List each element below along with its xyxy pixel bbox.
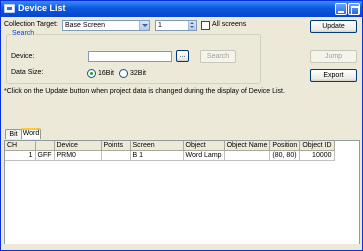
update-notice-text: *Click on the Update button when project… [4, 88, 285, 95]
update-button[interactable]: Update [310, 20, 357, 33]
screen-number-spinner[interactable]: 1 [155, 20, 197, 31]
jump-button[interactable]: Jump [310, 50, 357, 63]
device-input[interactable] [88, 51, 172, 62]
tab-bit[interactable]: Bit [5, 129, 22, 139]
col-object[interactable]: Object [183, 141, 225, 151]
search-button[interactable]: Search [200, 50, 236, 63]
cell-object-name [224, 150, 271, 161]
collection-target-select[interactable]: Base Screen [62, 20, 150, 31]
device-list-table[interactable]: CH Device Points Screen Object Object Na… [4, 140, 360, 248]
col-screen[interactable]: Screen [130, 141, 184, 151]
window-title: Device List [18, 3, 66, 13]
table-header-row: CH Device Points Screen Object Object Na… [5, 141, 335, 151]
col-device[interactable]: Device [54, 141, 102, 151]
cell-points [101, 150, 131, 161]
minimize-button[interactable] [335, 3, 347, 15]
collection-target-value: Base Screen [65, 22, 106, 29]
device-list-window: Device List Collection Target: Base Scre… [0, 0, 363, 251]
data-size-16bit-label: 16Bit [98, 70, 114, 77]
device-table: CH Device Points Screen Object Object Na… [5, 141, 335, 161]
table-row[interactable]: 1 GFF PRM0 B 1 Word Lamp (80, 80) 10000 [5, 150, 335, 161]
col-ch[interactable]: CH [5, 141, 36, 151]
data-size-32bit-label: 32Bit [130, 70, 146, 77]
cell-object: Word Lamp [183, 150, 225, 161]
col-position[interactable]: Position [269, 141, 301, 151]
chevron-down-icon[interactable] [139, 21, 149, 30]
search-group-title: Search [11, 30, 36, 37]
device-label: Device: [11, 53, 35, 60]
all-screens-checkbox[interactable] [201, 21, 210, 30]
browse-device-button[interactable]: ... [176, 50, 189, 62]
cell-ch: 1 [5, 150, 36, 161]
cell-flag: GFF [35, 150, 55, 161]
app-icon [4, 4, 15, 13]
cell-object-id: 10000 [299, 150, 335, 161]
cell-screen: B 1 [130, 150, 184, 161]
tab-word[interactable]: Word [21, 128, 41, 139]
screen-number-value: 1 [158, 22, 162, 29]
cell-device: PRM0 [54, 150, 102, 161]
data-size-32bit-radio[interactable] [119, 69, 128, 78]
col-object-id[interactable]: Object ID [299, 141, 335, 151]
title-bar[interactable]: Device List [1, 1, 362, 17]
maximize-button[interactable] [348, 3, 360, 15]
collection-target-label: Collection Target: [4, 21, 58, 28]
spinner-arrows-icon[interactable] [188, 21, 196, 30]
export-button[interactable]: Export [310, 69, 357, 82]
data-size-label: Data Size: [11, 69, 44, 76]
data-size-16bit-radio[interactable] [87, 69, 96, 78]
col-points[interactable]: Points [101, 141, 131, 151]
col-flag[interactable] [35, 141, 55, 151]
cell-position: (80, 80) [269, 150, 301, 161]
all-screens-label: All screens [212, 21, 247, 28]
col-object-name[interactable]: Object Name [224, 141, 271, 151]
status-bar [1, 244, 362, 250]
